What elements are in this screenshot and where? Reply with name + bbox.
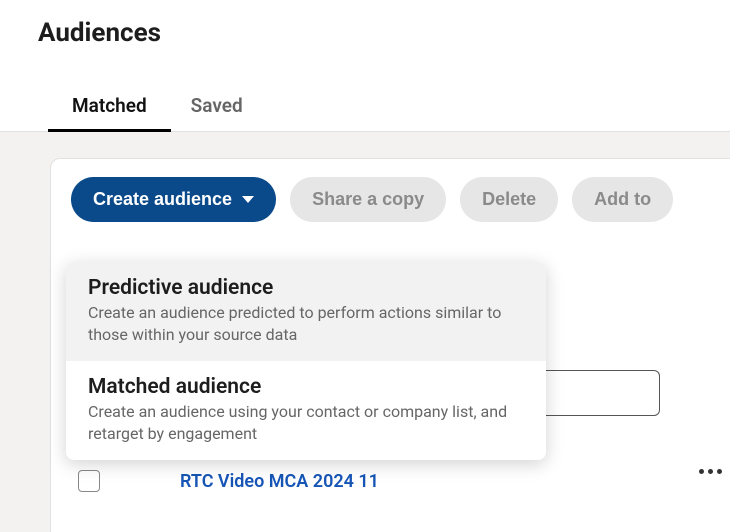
menu-item-title: Matched audience — [88, 375, 524, 399]
table-row[interactable]: RTC Video MCA 2024 11 — [78, 470, 379, 492]
menu-item-matched-audience[interactable]: Matched audience Create an audience usin… — [66, 361, 546, 460]
create-audience-button[interactable]: Create audience — [71, 177, 276, 222]
menu-item-desc: Create an audience predicted to perform … — [88, 302, 524, 345]
more-icon[interactable] — [699, 469, 722, 474]
menu-item-desc: Create an audience using your contact or… — [88, 401, 524, 444]
create-audience-menu: Predictive audience Create an audience p… — [66, 262, 546, 460]
tab-matched[interactable]: Matched — [72, 94, 147, 131]
audience-name-link[interactable]: RTC Video MCA 2024 11 — [180, 471, 379, 492]
row-checkbox[interactable] — [78, 470, 100, 492]
menu-item-predictive-audience[interactable]: Predictive audience Create an audience p… — [66, 262, 546, 361]
create-audience-label: Create audience — [93, 189, 232, 210]
share-copy-button[interactable]: Share a copy — [290, 177, 446, 222]
menu-item-title: Predictive audience — [88, 276, 524, 300]
search-input[interactable] — [545, 370, 660, 416]
tab-saved[interactable]: Saved — [191, 94, 243, 131]
tabs: Matched Saved — [0, 48, 730, 132]
chevron-down-icon — [242, 196, 254, 203]
delete-button[interactable]: Delete — [460, 177, 558, 222]
add-to-button[interactable]: Add to — [572, 177, 673, 222]
page-title: Audiences — [0, 0, 730, 48]
